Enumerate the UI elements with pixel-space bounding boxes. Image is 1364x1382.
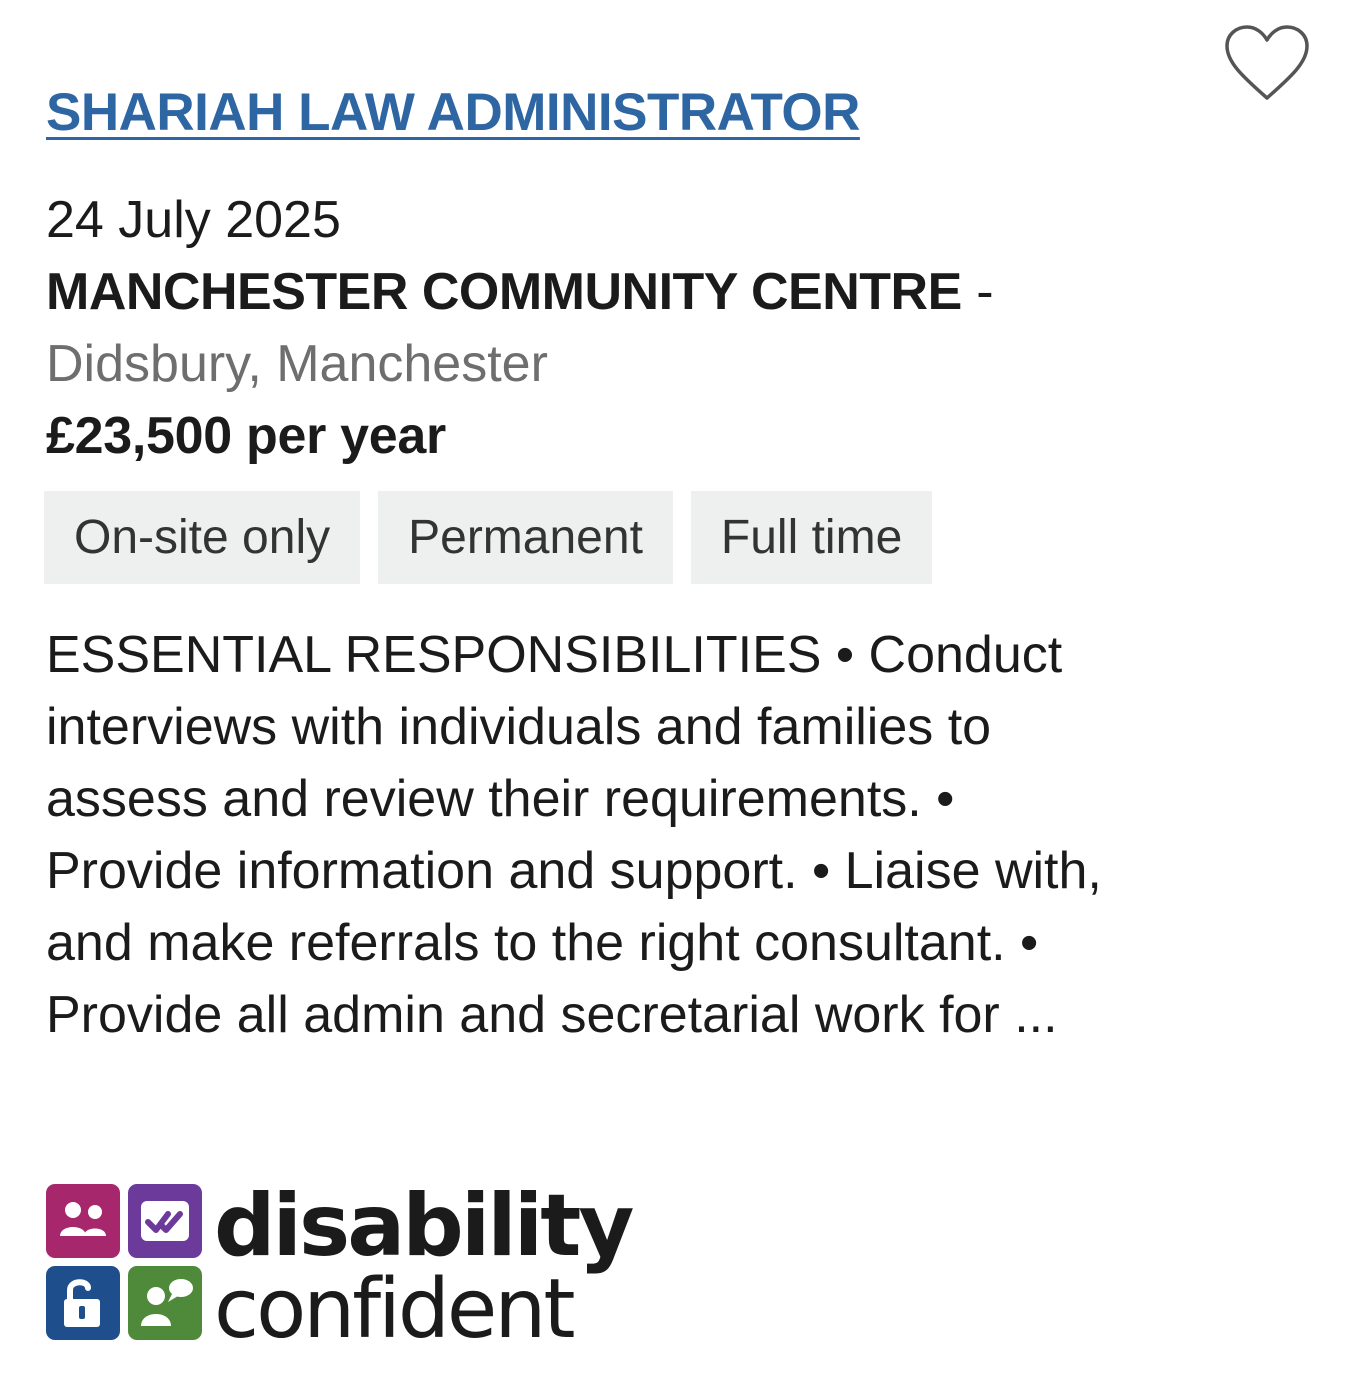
job-description: ESSENTIAL RESPONSIBILITIES • Conduct int… xyxy=(46,626,1102,1044)
job-title-link[interactable]: SHARIAH LAW ADMINISTRATOR xyxy=(46,82,860,143)
tag-hours: Full time xyxy=(690,491,933,584)
job-tags: On-site only Permanent Full time xyxy=(44,491,933,584)
checkmarks-icon xyxy=(128,1184,202,1258)
people-icon xyxy=(46,1184,120,1258)
tag-work-location: On-site only xyxy=(44,491,361,584)
employer-name: MANCHESTER COMMUNITY CENTRE xyxy=(46,263,962,321)
employer: MANCHESTER COMMUNITY CENTRE - xyxy=(46,262,994,322)
posted-date: 24 July 2025 xyxy=(46,191,341,249)
logo-word-disability: disability xyxy=(214,1176,634,1276)
unlocked-padlock-icon xyxy=(46,1266,120,1340)
speech-person-icon xyxy=(128,1266,202,1340)
job-location: Didsbury, Manchester xyxy=(46,335,548,393)
salary: £23,500 per year xyxy=(46,407,446,465)
tag-contract-type: Permanent xyxy=(378,491,673,584)
logo-word-confident: confident xyxy=(214,1262,575,1357)
employer-separator: - xyxy=(961,263,994,321)
favourite-heart-icon[interactable] xyxy=(1224,24,1310,104)
disability-confident-logo: disability confident xyxy=(44,1176,634,1357)
